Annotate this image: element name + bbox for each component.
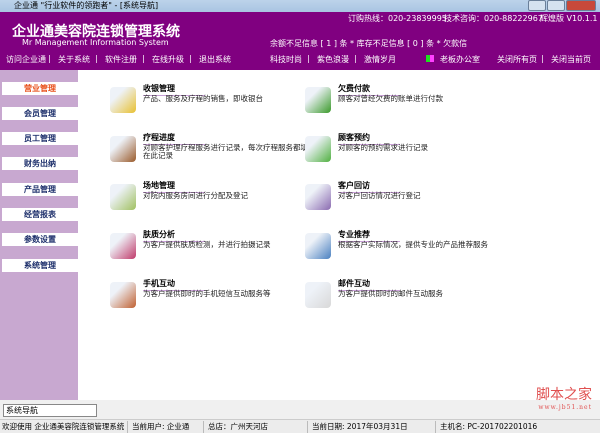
office-icon-part: [430, 55, 434, 62]
status-welcome: 欢迎使用 企业通美容院连锁管理系统: [0, 421, 128, 433]
mobile-users-icon[interactable]: [110, 282, 136, 308]
room-icon[interactable]: [110, 184, 136, 210]
module-description: 为客户提供即时的手机短信互动服务等: [143, 289, 271, 298]
module-payment-arrow[interactable]: 欠费付款 顾客对曾经欠费的账单进行付款: [305, 83, 495, 123]
version: 辉煌版 V10.1.1: [540, 14, 598, 23]
separator: |: [48, 54, 51, 63]
recommend-icon[interactable]: [305, 233, 331, 259]
theme-passion[interactable]: 激情岁月: [364, 54, 396, 65]
separator: |: [541, 54, 544, 63]
window-title: 企业通 "行业软件的领跑者" - [系统导航]: [14, 1, 159, 10]
separator: |: [95, 54, 98, 63]
nav-upgrade[interactable]: 在线升级: [152, 54, 184, 65]
module-cash-register[interactable]: 收银管理 产品、服务及疗程的销售，即收银台: [110, 83, 300, 123]
window-title-bar: 企业通 "行业软件的领跑者" - [系统导航]: [0, 0, 600, 12]
theme-tech[interactable]: 科技时尚: [270, 54, 302, 65]
sidebar-item-members[interactable]: 会员管理: [2, 107, 78, 120]
boss-office-link[interactable]: 老板办公室: [440, 54, 480, 65]
appointment-icon[interactable]: [305, 136, 331, 162]
module-mail[interactable]: 邮件互动 为客户提供即时的邮件互动服务: [305, 278, 495, 318]
nav-about[interactable]: 关于系统: [58, 54, 90, 65]
separator: |: [307, 54, 310, 63]
watermark-text: 脚本之家: [536, 387, 592, 403]
separator: |: [142, 54, 145, 63]
status-host: 主机名: PC-201702201016: [440, 422, 538, 431]
module-appointment[interactable]: 顾客预约 对顾客的预约需求进行记录: [305, 132, 495, 172]
module-description: 为客户提供即时的邮件互动服务: [338, 289, 443, 298]
close-all-pages[interactable]: 关闭所有页: [497, 54, 537, 65]
nav-register[interactable]: 软件注册: [105, 54, 137, 65]
sidebar-item-settings[interactable]: 参数设置: [2, 233, 78, 246]
module-description: 顾客对曾经欠费的账单进行付款: [338, 94, 443, 103]
theme-purple[interactable]: 紫色浪漫: [317, 54, 349, 65]
watermark-url: www.jb51.net: [538, 404, 592, 411]
module-description: 为客户提供肤质检测，并进行拍摄记录: [143, 240, 271, 249]
minimize-button[interactable]: [528, 0, 546, 11]
module-recommend[interactable]: 专业推荐 根据客户实际情况，提供专业的产品推荐服务: [305, 229, 495, 269]
sidebar-item-staff[interactable]: 员工管理: [2, 132, 78, 145]
sidebar-item-business[interactable]: 营业管理: [2, 82, 78, 95]
module-description: 产品、服务及疗程的销售，即收银台: [143, 94, 263, 103]
sidebar-item-finance[interactable]: 财务出纳: [2, 157, 78, 170]
module-description: 根据客户实际情况，提供专业的产品推荐服务: [338, 240, 488, 249]
status-user: 当前用户: 企业通: [130, 421, 204, 433]
callback-icon[interactable]: [305, 184, 331, 210]
nav-visit[interactable]: 访问企业通: [6, 54, 46, 65]
separator: |: [189, 54, 192, 63]
module-description: 对顾客的预约需求进行记录: [338, 143, 428, 152]
separator: |: [354, 54, 357, 63]
treatment-progress-icon[interactable]: [110, 136, 136, 162]
status-bar: 欢迎使用 企业通美容院连锁管理系统 当前用户: 企业通 总店：广州天河店 当前日…: [0, 419, 600, 433]
hotline: 订购热线：020-23839995: [348, 14, 447, 23]
module-treatment-progress[interactable]: 疗程进度 对顾客护理疗程服务进行记录，每次疗程服务都填在此记录: [110, 132, 308, 172]
mail-icon[interactable]: [305, 282, 331, 308]
close-current-page[interactable]: 关闭当前页: [551, 54, 591, 65]
alerts-text[interactable]: 余额不足信息 [ 1 ] 条 * 库存不足信息 [ 0 ] 条 * 欠款信: [270, 38, 467, 49]
module-description: 对院内服务房间进行分配及登记: [143, 191, 248, 200]
close-window-button[interactable]: [566, 0, 596, 11]
navigation-tab-box[interactable]: 系统导航: [3, 404, 97, 417]
module-description: 对顾客护理疗程服务进行记录，每次疗程服务都填在此记录: [143, 143, 308, 160]
nav-exit[interactable]: 退出系统: [199, 54, 231, 65]
module-description: 对客户回访情况进行登记: [338, 191, 421, 200]
cash-register-icon[interactable]: [110, 87, 136, 113]
app-subtitle: Mr Management Information System: [22, 38, 169, 47]
watermark: 脚本之家 www.jb51.net: [536, 384, 592, 411]
status-store: 总店：广州天河店: [206, 421, 308, 433]
module-room[interactable]: 场地管理 对院内服务房间进行分配及登记: [110, 180, 300, 220]
skin-analysis-icon[interactable]: [110, 233, 136, 259]
module-callback[interactable]: 客户回访 对客户回访情况进行登记: [305, 180, 495, 220]
main-content: 收银管理 产品、服务及疗程的销售，即收银台 欠费付款 顾客对曾经欠费的账单进行付款疗程…: [78, 70, 600, 400]
module-skin-analysis[interactable]: 肤质分析 为客户提供肤质检测，并进行拍摄记录: [110, 229, 300, 269]
sidebar-item-products[interactable]: 产品管理: [2, 183, 78, 196]
payment-arrow-icon[interactable]: [305, 87, 331, 113]
maximize-button[interactable]: [547, 0, 565, 11]
support-line: 技术咨询：020-88222967: [444, 14, 543, 23]
sidebar: 营业管理 会员管理 员工管理 财务出纳 产品管理 经营报表 参数设置 系统管理: [0, 70, 78, 400]
app-header: 企业通美容院连锁管理系统 Mr Management Information S…: [0, 12, 600, 70]
status-date: 当前日期: 2017年03月31日: [310, 421, 436, 433]
sidebar-item-system[interactable]: 系统管理: [2, 259, 78, 272]
sidebar-item-reports[interactable]: 经营报表: [2, 208, 78, 221]
module-mobile-users[interactable]: 手机互动 为客户提供即时的手机短信互动服务等: [110, 278, 300, 318]
